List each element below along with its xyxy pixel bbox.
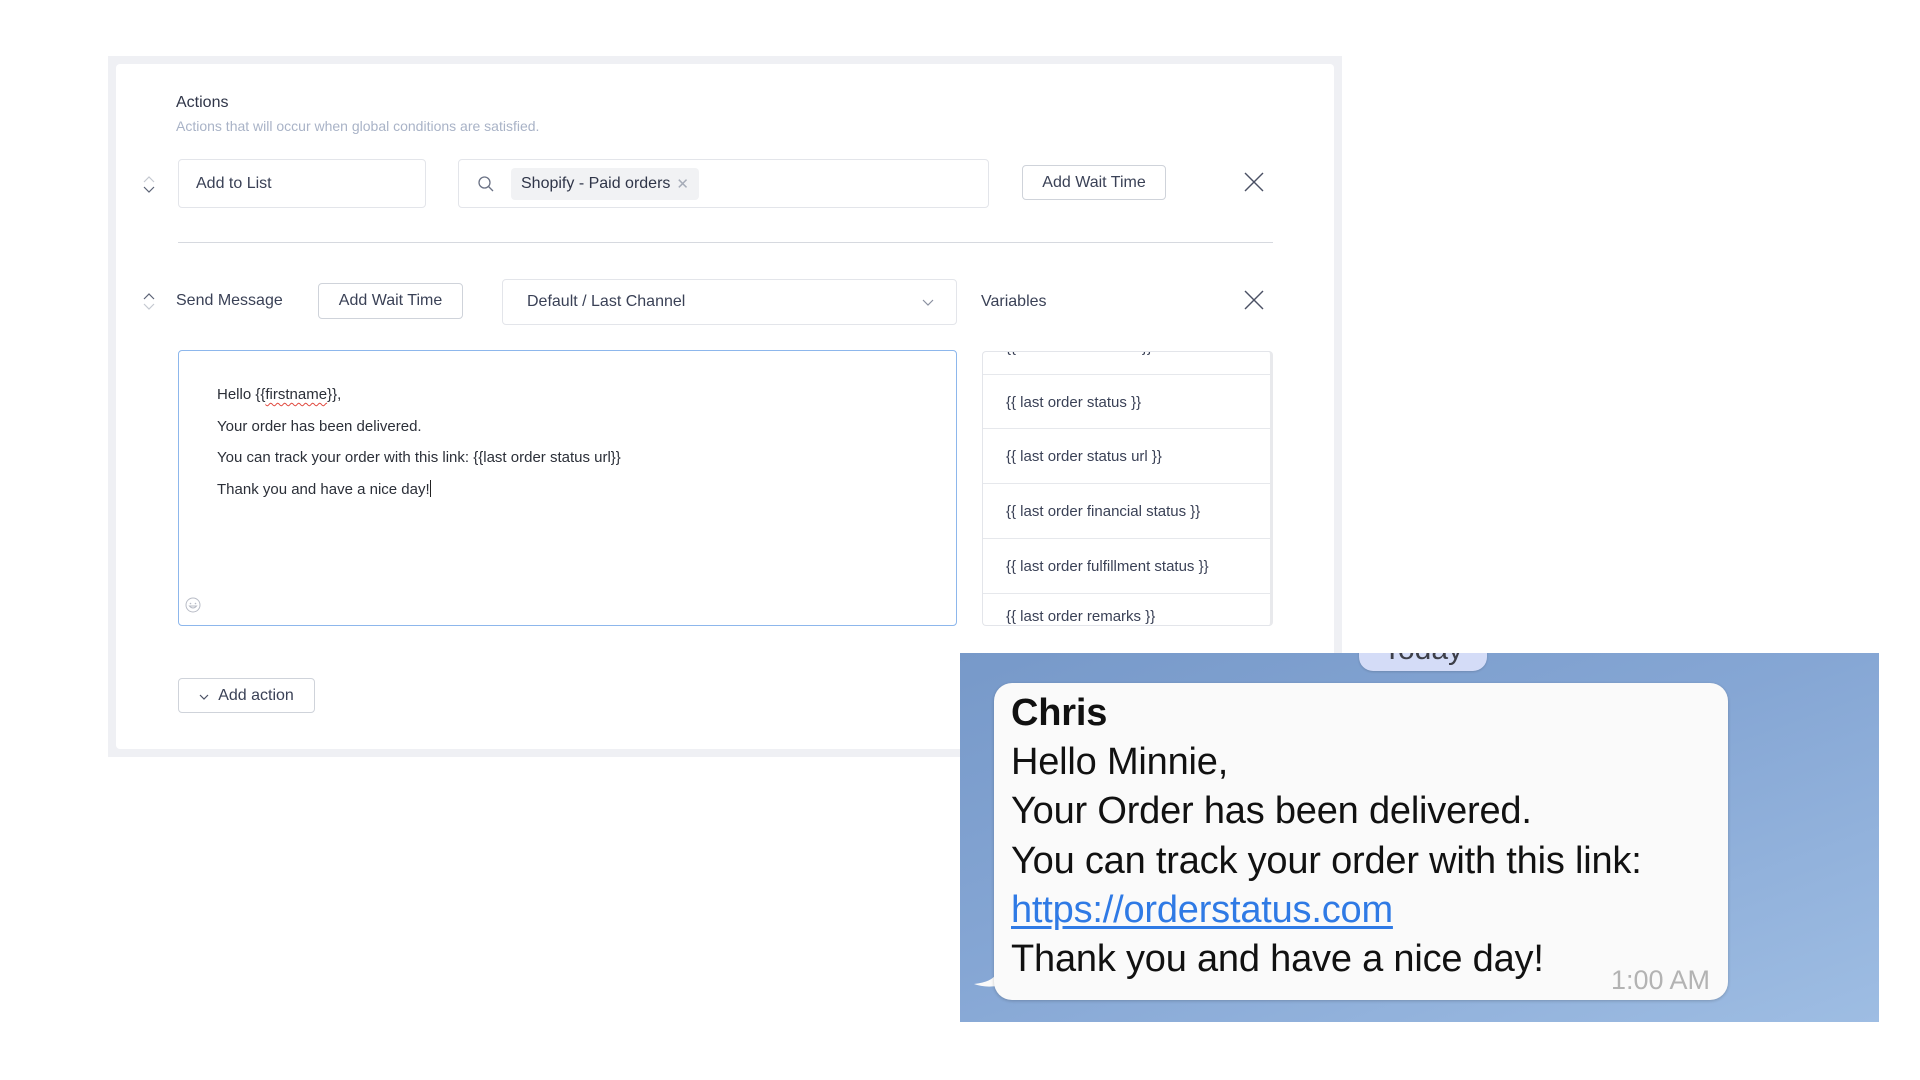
chat-line: You can track your order with this link: [1011,840,1642,882]
selected-list-chip: Shopify - Paid orders ✕ [511,167,699,200]
emoji-icon [185,597,201,613]
list-search-input[interactable]: Shopify - Paid orders ✕ [458,159,989,208]
message-time: 1:00 AM [1610,965,1710,995]
variable-item[interactable]: {{ last order fulfillment status }} [983,538,1270,593]
action-type-label: Send Message [176,292,283,309]
actions-subtitle: Actions that will occur when global cond… [176,118,540,134]
close-icon [1244,290,1264,310]
close-icon [1244,172,1264,192]
misspelled-word: firstname [265,386,328,403]
sender-name: Chris [1011,692,1108,734]
chevron-down-icon [143,186,155,193]
message-textarea[interactable]: Hello {{firstname}}, Your order has been… [178,350,957,626]
reorder-handle[interactable] [141,288,157,314]
action-type-select[interactable]: Add to List [178,159,426,208]
remove-action-button[interactable] [1243,289,1265,311]
message-line: Your order has been delivered. [217,418,422,435]
reorder-handle[interactable] [141,171,157,197]
variable-item[interactable]: {{ last order number }} [983,352,1270,374]
channel-select-value: Default / Last Channel [527,293,686,310]
message-line: Hello {{firstname}}, [217,386,341,403]
add-wait-time-button[interactable]: Add Wait Time [1022,165,1166,200]
message-text: {{ [255,386,266,403]
action-type-label: Add to List [196,174,272,192]
search-icon [478,175,494,191]
text-cursor [429,480,431,497]
variable-item[interactable]: {{ last order remarks }} [983,593,1270,625]
order-status-link[interactable]: https://orderstatus.com [1011,889,1393,932]
remove-chip-icon[interactable]: ✕ [676,175,689,193]
chevron-down-icon [199,694,209,700]
chat-line: Your Order has been delivered. [1011,790,1532,832]
chevron-up-icon [143,292,155,299]
chat-line: Thank you and have a nice day! [1011,938,1544,980]
message-text: Thank you and have a nice day! [217,481,430,498]
add-action-button[interactable]: Add action [178,678,315,713]
variable-item[interactable]: {{ last order status url }} [983,428,1270,483]
variables-list[interactable]: {{ last order number }} {{ last order st… [982,351,1273,626]
message-line: Thank you and have a nice day! [217,480,431,498]
variable-item[interactable]: {{ last order status }} [983,374,1270,429]
date-pill: Today [1359,653,1487,671]
chip-label: Shopify - Paid orders [521,174,671,192]
message-text: }}, [327,386,342,403]
message-text: Hello [217,386,256,403]
row-divider [178,242,1273,243]
message-line: You can track your order with this link:… [217,449,621,466]
chevron-up-icon [143,175,155,182]
emoji-button[interactable] [185,597,201,613]
chevron-down-icon [143,303,155,310]
channel-select[interactable]: Default / Last Channel [502,279,957,325]
chat-line: Hello Minnie, [1011,741,1229,783]
remove-action-button[interactable] [1243,171,1265,193]
add-action-label: Add action [218,686,294,704]
actions-title: Actions [176,94,229,111]
add-wait-time-button[interactable]: Add Wait Time [318,283,463,319]
message-bubble: Chris Hello Minnie, Your Order has been … [994,683,1728,1000]
chat-preview: Today Chris Hello Minnie, Your Order has… [960,653,1879,1022]
variable-item[interactable]: {{ last order financial status }} [983,483,1270,538]
variables-label: Variables [981,293,1047,310]
chevron-down-icon [922,299,934,306]
